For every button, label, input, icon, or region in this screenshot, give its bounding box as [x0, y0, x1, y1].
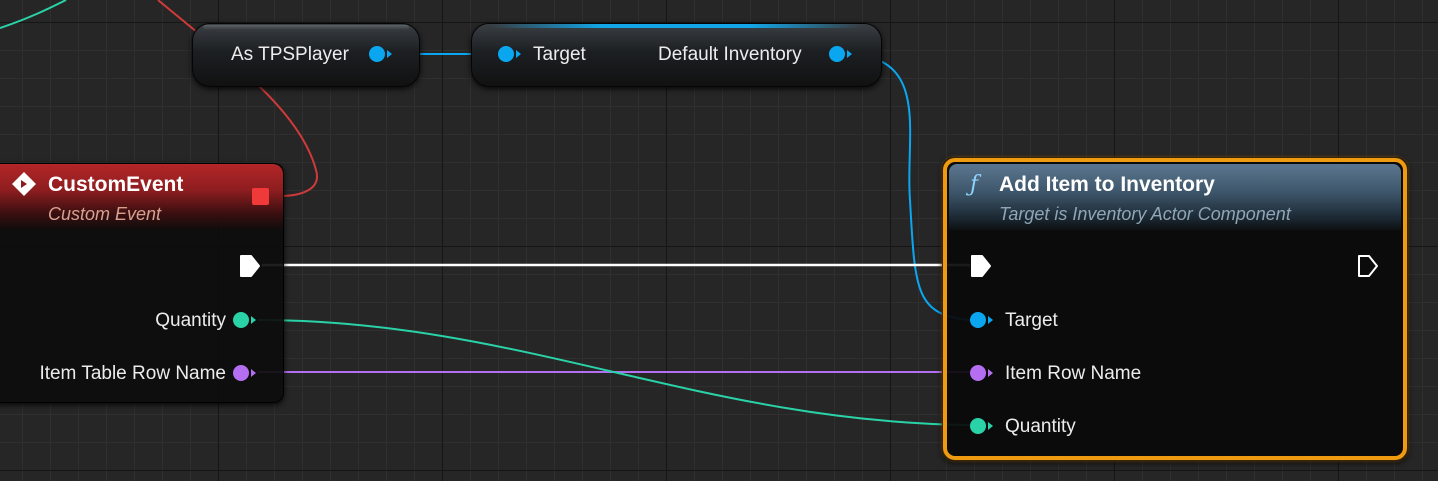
event-title: CustomEvent — [48, 173, 184, 196]
event-pin-label-quantity: Quantity — [155, 310, 226, 331]
get-default-inventory-node[interactable]: Target Default Inventory — [471, 23, 882, 87]
function-icon: ƒ — [970, 172, 979, 197]
exec-wire[interactable] — [0, 0, 67, 29]
custom-event-node[interactable]: CustomEvent Custom Event Quantity Item T… — [0, 163, 284, 403]
function-title: Add Item to Inventory — [999, 173, 1215, 196]
function-subtitle: Target is Inventory Actor Component — [999, 204, 1291, 224]
pin-arrow-icon — [988, 316, 993, 324]
function-pin-label-target: Target — [1005, 310, 1058, 331]
function-target-pin[interactable] — [970, 312, 986, 328]
get-output-label: Default Inventory — [658, 44, 802, 65]
add-item-to-inventory-node[interactable]: ƒ Add Item to Inventory Target is Invent… — [942, 157, 1408, 461]
function-exec-out-pin[interactable] — [1357, 254, 1379, 278]
get-output-pin[interactable] — [829, 46, 845, 62]
pin-arrow-icon — [988, 369, 993, 377]
function-item-row-name-pin[interactable] — [970, 365, 986, 381]
pin-arrow-icon — [516, 50, 521, 58]
cast-output-label: As TPSPlayer — [231, 44, 349, 65]
event-subtitle: Custom Event — [48, 204, 162, 224]
get-target-pin[interactable] — [498, 46, 514, 62]
function-exec-in-pin[interactable] — [970, 254, 992, 278]
pin-arrow-icon — [847, 50, 852, 58]
event-diamond-icon — [12, 172, 36, 196]
function-quantity-pin[interactable] — [970, 418, 986, 434]
function-pin-label-quantity: Quantity — [1005, 416, 1076, 437]
pin-arrow-icon — [988, 422, 993, 430]
cast-node[interactable]: As TPSPlayer — [192, 23, 420, 87]
pin-arrow-icon — [251, 316, 256, 324]
pin-arrow-icon — [387, 50, 392, 58]
getter-accent-bar — [492, 24, 861, 28]
pin-arrow-icon — [251, 369, 256, 377]
event-quantity-pin[interactable] — [233, 312, 249, 328]
node-shine — [203, 25, 409, 30]
cast-output-pin[interactable] — [369, 46, 385, 62]
function-pin-label-item-row-name: Item Row Name — [1005, 363, 1142, 384]
event-item-row-name-pin[interactable] — [233, 365, 249, 381]
get-target-label: Target — [533, 44, 586, 65]
event-exec-out-pin[interactable] — [239, 254, 261, 278]
event-delegate-pin[interactable] — [252, 188, 269, 205]
event-pin-label-item-table-row-name: Item Table Row Name — [39, 363, 226, 384]
